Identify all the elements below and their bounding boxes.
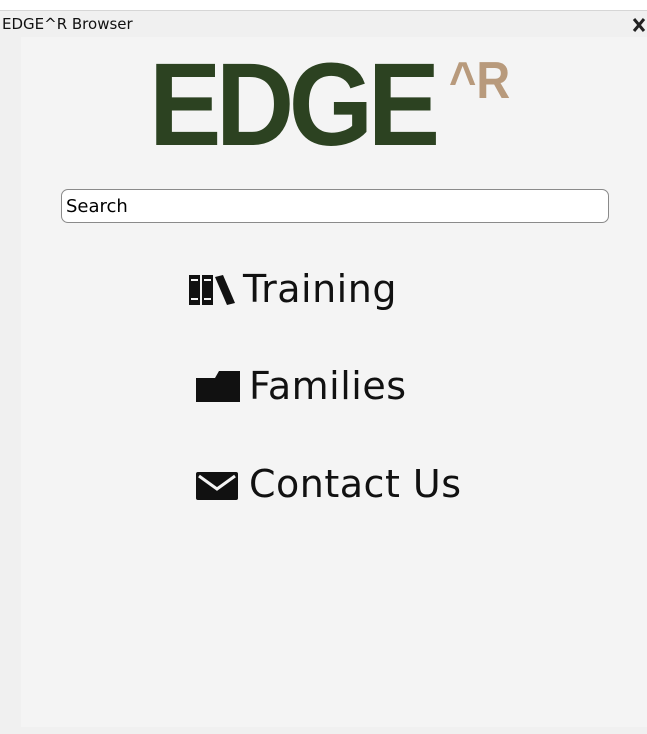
nav-label-training: Training — [243, 267, 397, 311]
logo-superscript-text: ^R — [449, 52, 511, 110]
main-content: EDGE ^R Training — [21, 37, 647, 727]
app-window: EDGE^R Browser EDGE ^R Search Training F… — [0, 10, 647, 734]
title-bar[interactable]: EDGE^R Browser — [0, 10, 647, 37]
nav-item-training[interactable]: Training — [187, 267, 397, 311]
nav-label-contact-us: Contact Us — [249, 462, 462, 506]
window-title: EDGE^R Browser — [2, 15, 133, 33]
nav-item-contact-us[interactable]: Contact Us — [193, 462, 462, 506]
books-icon — [187, 269, 243, 309]
search-input[interactable] — [61, 189, 609, 223]
folder-icon — [193, 366, 249, 406]
close-icon — [632, 18, 646, 32]
envelope-icon — [193, 464, 249, 504]
nav-label-families: Families — [249, 364, 407, 408]
nav-item-families[interactable]: Families — [193, 364, 407, 408]
logo-main-text: EDGE — [149, 39, 440, 171]
close-button[interactable] — [632, 13, 647, 35]
